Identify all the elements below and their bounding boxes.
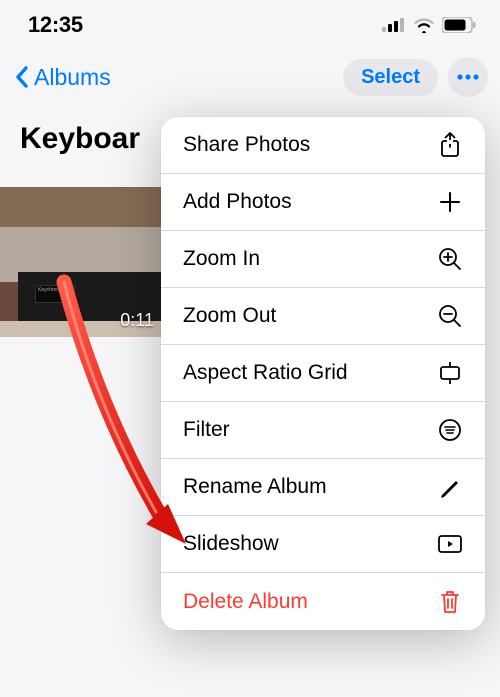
menu-item-filter[interactable]: Filter <box>161 402 485 459</box>
zoom-in-icon <box>437 246 463 272</box>
menu-item-label: Share Photos <box>183 133 310 157</box>
wifi-icon <box>413 17 435 33</box>
menu-item-label: Delete Album <box>183 590 308 614</box>
aspect-ratio-icon <box>437 360 463 386</box>
menu-item-share-photos[interactable]: Share Photos <box>161 117 485 174</box>
menu-item-zoom-out[interactable]: Zoom Out <box>161 288 485 345</box>
chevron-left-icon <box>14 65 30 89</box>
menu-item-zoom-in[interactable]: Zoom In <box>161 231 485 288</box>
zoom-out-icon <box>437 303 463 329</box>
nav-bar: Albums Select <box>0 50 500 104</box>
share-icon <box>437 132 463 158</box>
menu-item-label: Zoom Out <box>183 304 276 328</box>
cellular-signal-icon <box>382 18 406 32</box>
status-time: 12:35 <box>28 12 83 38</box>
status-bar: 12:35 <box>0 0 500 50</box>
menu-item-rename[interactable]: Rename Album <box>161 459 485 516</box>
menu-item-label: Zoom In <box>183 247 260 271</box>
back-button[interactable]: Albums <box>14 64 111 91</box>
menu-item-label: Filter <box>183 418 230 442</box>
status-right-icons <box>382 17 476 33</box>
trash-icon <box>437 589 463 615</box>
back-label: Albums <box>34 64 111 91</box>
menu-item-label: Aspect Ratio Grid <box>183 361 348 385</box>
video-thumbnail[interactable]: Keychron K2 0:11 <box>0 187 162 337</box>
filter-icon <box>437 417 463 443</box>
battery-icon <box>442 17 476 33</box>
menu-item-label: Slideshow <box>183 532 279 556</box>
menu-item-label: Rename Album <box>183 475 327 499</box>
menu-item-slideshow[interactable]: Slideshow <box>161 516 485 573</box>
menu-item-add-photos[interactable]: Add Photos <box>161 174 485 231</box>
plus-icon <box>437 189 463 215</box>
select-button[interactable]: Select <box>343 59 438 96</box>
ellipsis-icon <box>456 74 480 80</box>
slideshow-icon <box>437 531 463 557</box>
menu-item-aspect-ratio[interactable]: Aspect Ratio Grid <box>161 345 485 402</box>
menu-item-delete[interactable]: Delete Album <box>161 573 485 630</box>
thumbnail-duration: 0:11 <box>120 310 154 331</box>
menu-item-label: Add Photos <box>183 190 292 214</box>
pencil-icon <box>437 474 463 500</box>
context-menu: Share Photos Add Photos Zoom In Zoom Out… <box>161 117 485 630</box>
more-button[interactable] <box>448 57 488 97</box>
